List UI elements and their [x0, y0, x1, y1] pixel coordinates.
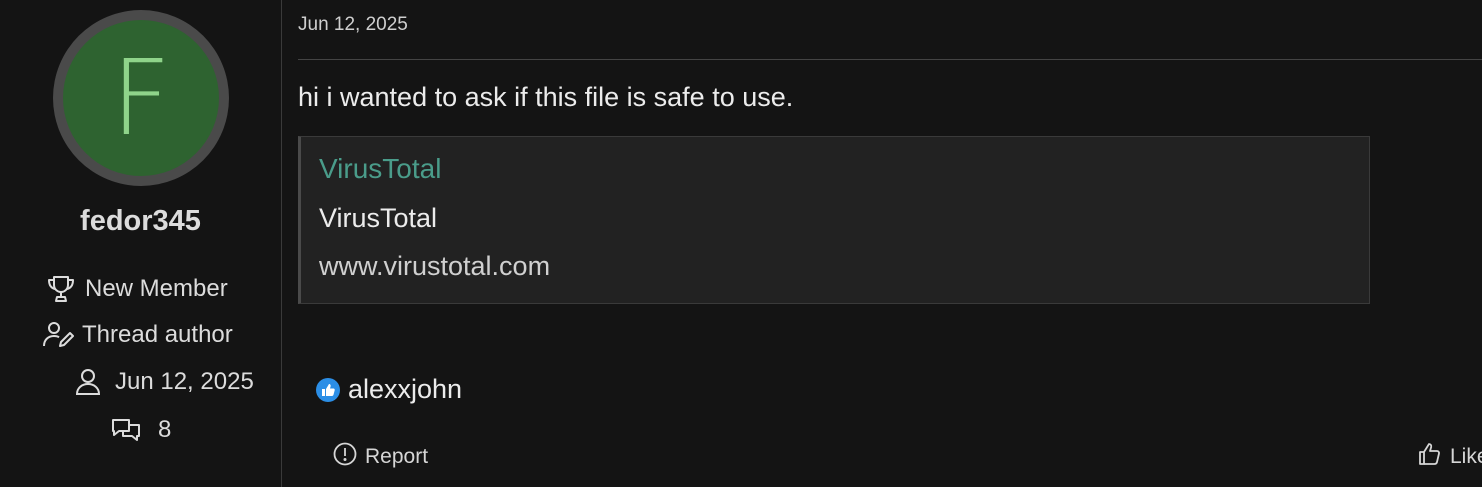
embed-url[interactable]: www.virustotal.com	[319, 251, 550, 282]
thumbs-up-icon	[316, 377, 340, 402]
embed-description: VirusTotal	[319, 203, 438, 233]
post-date[interactable]: Jun 12, 2025	[298, 14, 408, 36]
avatar-letter: F	[63, 20, 219, 176]
user-rank: New Member	[45, 274, 228, 304]
link-embed[interactable]: VirusTotal VirusTotal www.virustotal.com	[298, 136, 1370, 304]
reactions-bar[interactable]: alexxjohn	[316, 374, 462, 405]
alert-circle-icon	[333, 442, 357, 472]
reaction-users[interactable]: alexxjohn	[348, 374, 462, 405]
user-messages[interactable]: 8	[110, 416, 171, 444]
thread-author-badge: Thread author	[42, 320, 233, 350]
messages-count: 8	[158, 416, 172, 443]
user-joined: Jun 12, 2025	[75, 368, 254, 396]
post-body: hi i wanted to ask if this file is safe …	[298, 82, 794, 112]
embed-title[interactable]: VirusTotal	[319, 153, 441, 185]
trophy-icon	[45, 274, 77, 304]
rank-label: New Member	[85, 275, 228, 302]
report-button[interactable]: Report	[333, 442, 428, 472]
report-label: Report	[365, 445, 429, 468]
post-content: Jun 12, 2025 hi i wanted to ask if this …	[298, 0, 1482, 487]
thumbs-up-outline-icon	[1418, 442, 1442, 472]
author-label: Thread author	[82, 321, 233, 348]
joined-date: Jun 12, 2025	[115, 368, 254, 395]
user-edit-icon	[42, 320, 74, 350]
user-icon	[75, 368, 101, 396]
like-label: Like	[1450, 445, 1482, 468]
divider	[298, 59, 1482, 60]
user-sidebar: F fedor345 New Member Thread author Jun …	[0, 0, 282, 487]
avatar[interactable]: F	[53, 10, 229, 186]
messages-icon	[110, 416, 142, 444]
like-button[interactable]: Like	[1418, 442, 1482, 472]
username[interactable]: fedor345	[0, 205, 281, 238]
